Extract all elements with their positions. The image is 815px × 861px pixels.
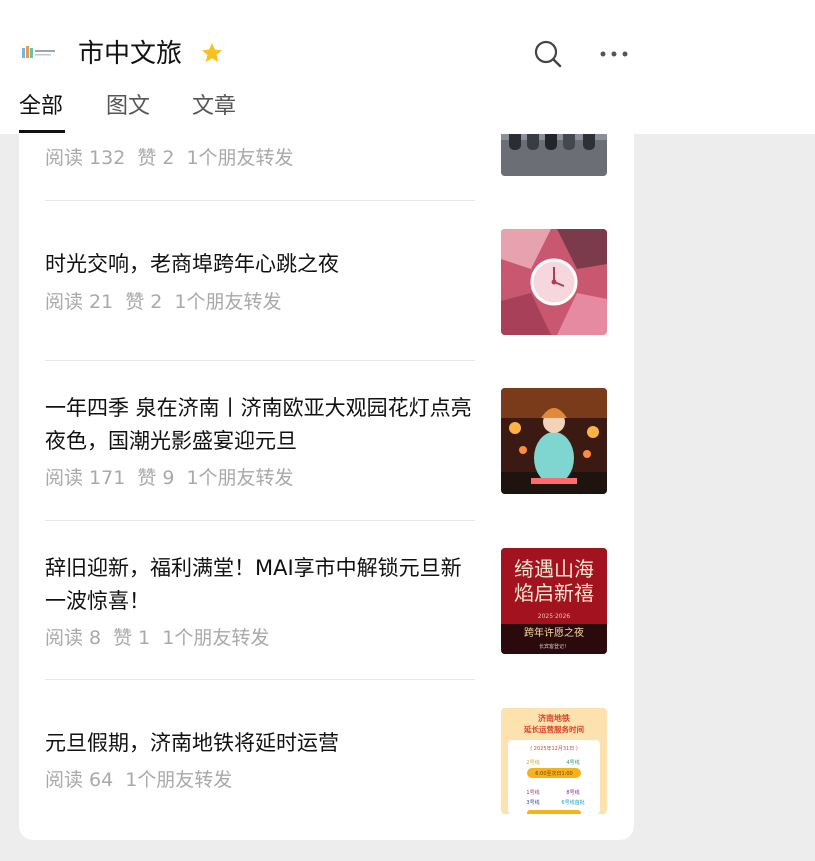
share-count: 1个朋友转发 bbox=[125, 769, 233, 791]
article-item[interactable]: 时光交响，老商埠跨年心跳之夜 阅读 21 赞 2 1个朋友转发 bbox=[45, 201, 608, 361]
article-item[interactable]: 元旦假期，济南地铁将延时运营 阅读 64 1个朋友转发 济南地铁 延长运营服务时间… bbox=[45, 680, 608, 840]
article-meta: 阅读 8 赞 1 1个朋友转发 bbox=[45, 625, 281, 651]
metro-line4: 4号线 bbox=[566, 759, 579, 766]
article-meta: 阅读 64 1个朋友转发 bbox=[45, 767, 244, 793]
article-title: 时光交响，老商埠跨年心跳之夜 bbox=[45, 252, 339, 276]
active-tab-indicator bbox=[19, 130, 65, 133]
poster-line1: 绮遇山海 bbox=[514, 557, 594, 581]
article-item[interactable]: 辞旧迎新，福利满堂！MAI享市中解锁元旦新一波惊喜！ 阅读 8 赞 1 1个朋友转发… bbox=[45, 521, 608, 680]
article-title: 元旦假期，济南地铁将延时运营 bbox=[45, 731, 339, 755]
read-count: 阅读 64 bbox=[45, 769, 114, 791]
share-count: 1个朋友转发 bbox=[186, 147, 294, 169]
account-name: 市中文旅 bbox=[78, 39, 183, 69]
tab-wenzhang[interactable]: 文章 bbox=[192, 92, 236, 122]
read-count: 阅读 132 bbox=[45, 147, 126, 169]
share-count: 1个朋友转发 bbox=[162, 627, 270, 649]
metro-time: 6:00至次日1:00 bbox=[535, 770, 572, 777]
like-count: 赞 2 bbox=[137, 147, 175, 169]
poster-year: 2025·2026 bbox=[538, 613, 571, 620]
read-count: 阅读 8 bbox=[45, 627, 102, 649]
metro-line1: 1号线 bbox=[526, 789, 539, 796]
article-meta: 阅读 171 赞 9 1个朋友转发 bbox=[45, 465, 306, 491]
share-count: 1个朋友转发 bbox=[174, 291, 282, 313]
tab-all[interactable]: 全部 bbox=[19, 92, 63, 122]
metro-line8: 8号线 bbox=[566, 789, 579, 796]
metro-title: 济南地铁 bbox=[538, 713, 570, 723]
article-thumbnail: 绮遇山海 焰启新禧 2025·2026 跨年许愿之夜 长宾客登记！ bbox=[501, 548, 607, 654]
like-count: 赞 9 bbox=[137, 467, 175, 489]
poster-line2: 焰启新禧 bbox=[514, 581, 594, 605]
top-bar: 市中文旅 全部 图文 文章 bbox=[0, 0, 815, 134]
share-count: 1个朋友转发 bbox=[186, 467, 294, 489]
article-thumbnail bbox=[501, 229, 607, 335]
article-meta: 阅读 21 赞 2 1个朋友转发 bbox=[45, 289, 293, 315]
like-count: 赞 1 bbox=[113, 627, 151, 649]
tab-tuwen[interactable]: 图文 bbox=[106, 92, 150, 122]
read-count: 阅读 21 bbox=[45, 291, 114, 313]
poster-banner: 跨年许愿之夜 bbox=[524, 626, 584, 639]
account-logo-icon[interactable] bbox=[20, 42, 58, 64]
poster-small: 长宾客登记！ bbox=[539, 643, 569, 650]
article-title: 辞旧迎新，福利满堂！MAI享市中解锁元旦新一波惊喜！ bbox=[45, 556, 462, 613]
metro-line6: 6号线首批 bbox=[561, 799, 584, 806]
search-icon[interactable] bbox=[532, 38, 564, 70]
article-title: 一年四季 泉在济南丨济南欧亚大观园花灯点亮夜色，国潮光影盛宴迎元旦 bbox=[45, 396, 472, 453]
read-count: 阅读 171 bbox=[45, 467, 126, 489]
article-thumbnail: 济南地铁 延长运营服务时间 ( 2025年12月31日 ) 2号线 4号线 6:… bbox=[501, 708, 607, 814]
metro-subtitle: 延长运营服务时间 bbox=[523, 724, 584, 734]
article-meta: 阅读 132 赞 2 1个朋友转发 bbox=[45, 145, 306, 171]
metro-date: ( 2025年12月31日 ) bbox=[530, 745, 578, 752]
star-icon[interactable] bbox=[200, 41, 224, 65]
article-item[interactable]: 一年四季 泉在济南丨济南欧亚大观园花灯点亮夜色，国潮光影盛宴迎元旦 阅读 171… bbox=[45, 361, 608, 521]
article-thumbnail bbox=[501, 388, 607, 494]
metro-line3: 3号线 bbox=[526, 799, 539, 806]
article-list: 阅读 132 赞 2 1个朋友转发 时光交响，老商埠跨年心跳之夜 阅读 21 赞 2 1… bbox=[19, 100, 634, 840]
more-icon[interactable] bbox=[598, 42, 630, 66]
like-count: 赞 2 bbox=[125, 291, 163, 313]
metro-line2: 2号线 bbox=[526, 759, 539, 766]
